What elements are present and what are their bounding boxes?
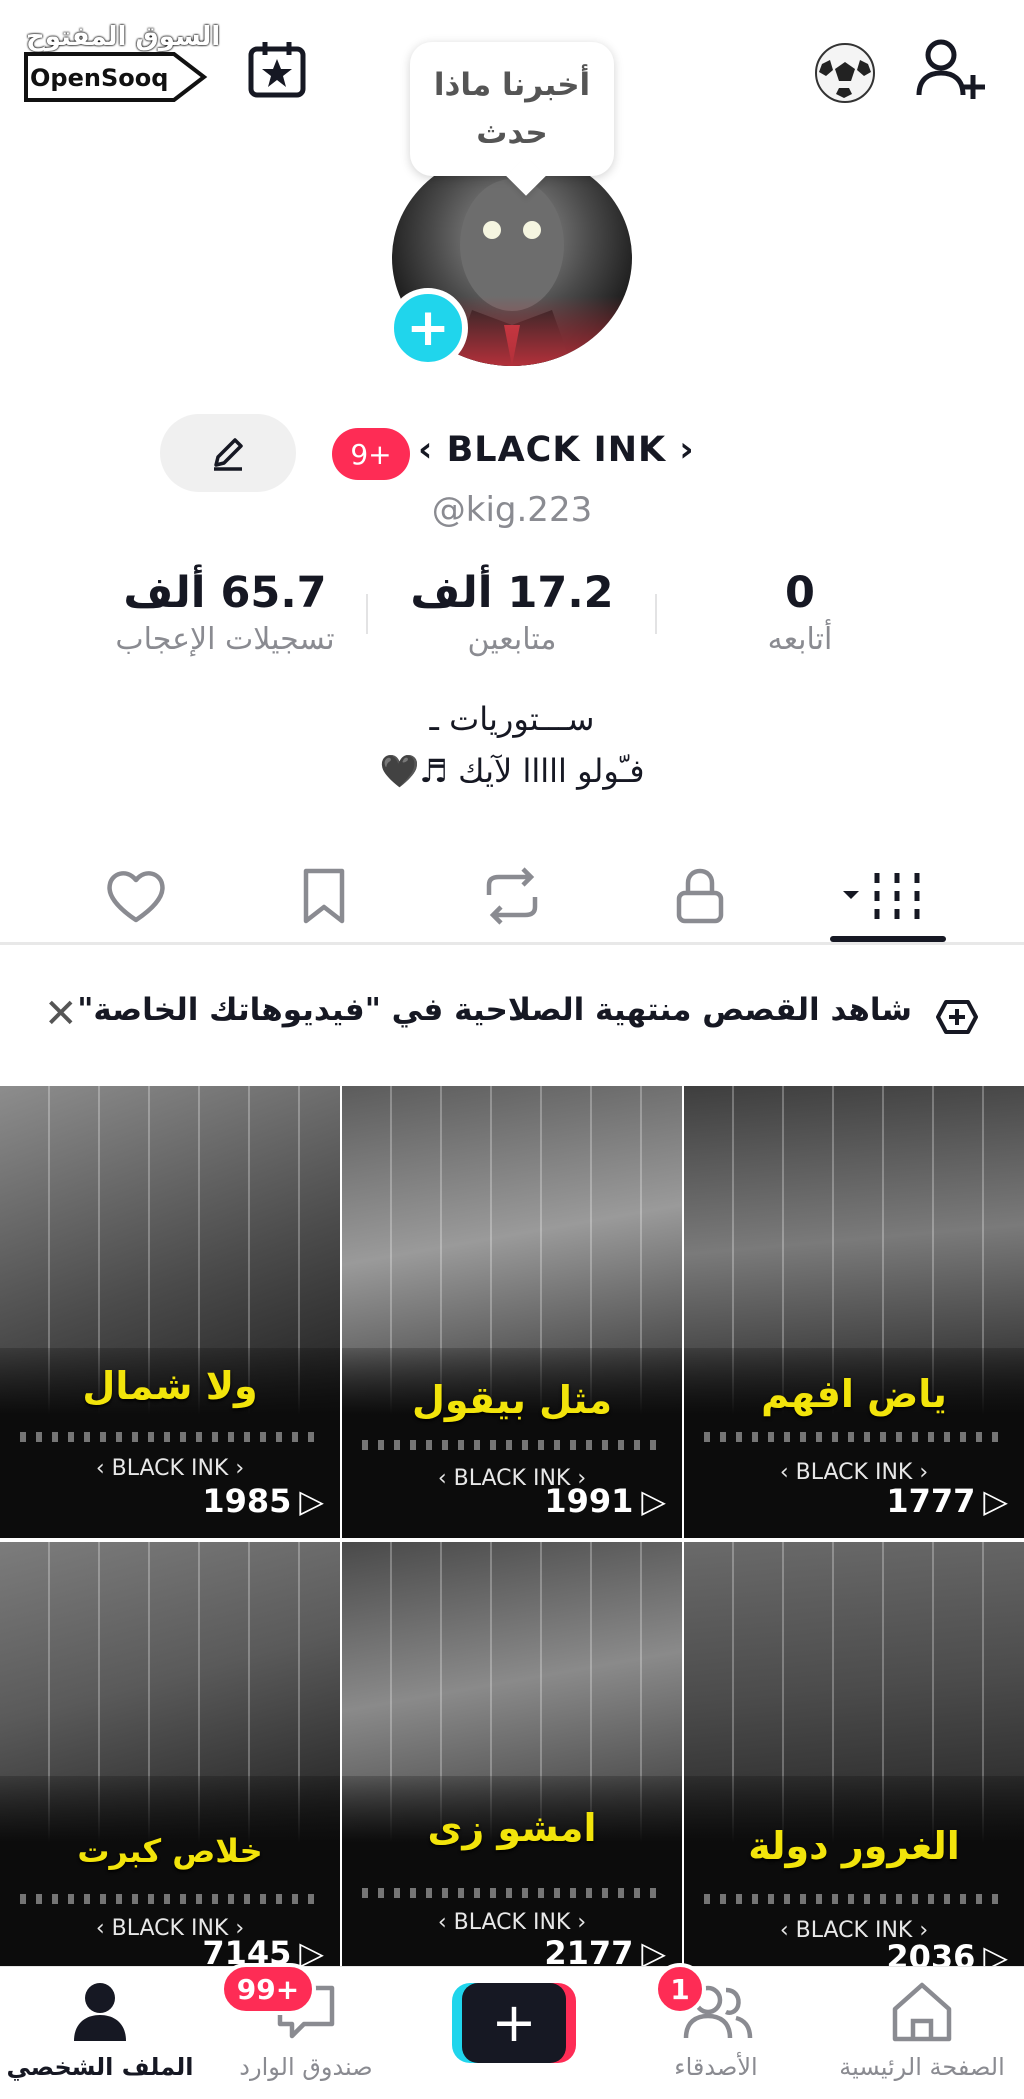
video-caption: ولا شمال <box>82 1364 258 1408</box>
tab-liked[interactable] <box>96 856 176 936</box>
create-button[interactable]: + <box>452 1983 576 2063</box>
social-handles-strip <box>362 1888 662 1898</box>
video-tile[interactable]: امشو زى ‹ BLACK INK › 2177 ▷ <box>342 1542 682 1966</box>
calendar-star-icon[interactable] <box>244 36 310 102</box>
play-icon: ▷ <box>299 1934 324 1966</box>
inbox-badge: 99+ <box>220 1963 316 2015</box>
video-caption: ياض افهم <box>761 1372 947 1416</box>
story-add-icon <box>936 1000 978 1034</box>
grid-videos-icon <box>843 873 920 919</box>
video-tile[interactable]: خلاص كبرت ‹ BLACK INK › 7145 ▷ <box>0 1542 340 1966</box>
watermark-brand: OpenSooq <box>30 64 169 92</box>
tab-divider <box>0 942 1024 945</box>
tab-reposts[interactable] <box>472 856 552 936</box>
username: @kig.223 <box>431 490 593 530</box>
video-tile[interactable]: ياض افهم ‹ BLACK INK › 1777 ▷ <box>684 1086 1024 1538</box>
view-count: 2177 ▷ <box>544 1934 666 1966</box>
play-icon: ▷ <box>983 1482 1008 1520</box>
view-count-text: 7145 <box>202 1934 292 1966</box>
notice-text[interactable]: شاهد القصص منتهية الصلاحية في "فيديوهاتك… <box>77 992 912 1028</box>
add-story-button[interactable]: + <box>388 288 468 368</box>
bottom-navigation: الملف الشخصي صندوق الوارد 99+ + الأصدقاء… <box>0 1963 1024 2099</box>
watermark-arabic: السوق المفتوح <box>26 22 221 52</box>
video-tile[interactable]: الغرور دولة ‹ BLACK INK › 2036 ▷ <box>684 1542 1024 1966</box>
soccer-ball-icon[interactable] <box>812 40 878 106</box>
plus-icon: + <box>462 1983 566 2063</box>
nav-inbox-label: صندوق الوارد <box>239 2053 373 2081</box>
nav-friends-label: الأصدقاء <box>674 2053 758 2081</box>
social-handles-strip <box>20 1894 320 1904</box>
video-caption: امشو زى <box>427 1806 597 1850</box>
close-icon[interactable]: ✕ <box>44 994 78 1034</box>
feedback-tooltip[interactable]: أخبرنا ماذا حدث <box>410 42 614 176</box>
social-handles-strip <box>20 1432 320 1442</box>
lock-icon <box>676 868 724 924</box>
video-tile[interactable]: مثل بيقول ‹ BLACK INK › 1991 ▷ <box>342 1086 682 1538</box>
video-caption: خلاص كبرت <box>77 1832 263 1870</box>
likes-label: تسجيلات الإعجاب <box>115 622 335 657</box>
opensooq-logo: OpenSooq <box>24 52 208 102</box>
view-count-text: 1777 <box>886 1482 976 1520</box>
tab-saved[interactable] <box>284 856 364 936</box>
stories-notice: ✕ شاهد القصص منتهية الصلاحية في "فيديوها… <box>0 946 1024 1086</box>
nav-profile-label: الملف الشخصي <box>6 2053 194 2081</box>
likes-stat[interactable]: 65.7 ألف تسجيلات الإعجاب <box>90 568 360 657</box>
social-handles-strip <box>704 1894 1004 1904</box>
followers-count: 17.2 ألف <box>410 568 614 618</box>
stat-divider <box>366 594 368 634</box>
video-caption: مثل بيقول <box>411 1378 613 1422</box>
likes-count: 65.7 ألف <box>123 568 327 618</box>
bio-line-1: ســـتوريات ـ <box>429 700 595 738</box>
view-count-text: 2177 <box>544 1934 634 1966</box>
social-handles-strip <box>704 1432 1004 1442</box>
profile-tabs <box>0 840 1024 946</box>
pencil-icon <box>214 438 243 471</box>
active-tab-indicator <box>830 936 946 942</box>
repost-icon <box>486 867 538 925</box>
followers-stat[interactable]: 17.2 ألف متابعين <box>392 568 632 657</box>
view-count-text: 1991 <box>544 1482 634 1520</box>
view-count: 1777 ▷ <box>886 1482 1008 1520</box>
view-count: 1991 ▷ <box>544 1482 666 1520</box>
nav-profile[interactable]: الملف الشخصي <box>0 1977 200 2081</box>
view-count-text: 2036 <box>886 1938 976 1966</box>
home-icon <box>892 1982 952 2042</box>
social-handles-strip <box>362 1440 662 1450</box>
play-icon: ▷ <box>641 1934 666 1966</box>
view-count: 7145 ▷ <box>202 1934 324 1966</box>
following-stat[interactable]: 0 أتابعه <box>700 568 900 657</box>
view-count: 1985 ▷ <box>202 1482 324 1520</box>
nav-home-label: الصفحة الرئيسية <box>839 2053 1005 2081</box>
heart-icon <box>107 871 165 923</box>
display-name[interactable]: ‹ BLACK INK › <box>418 430 695 470</box>
nav-friends[interactable]: الأصدقاء <box>616 1977 816 2081</box>
video-tile[interactable]: ولا شمال ‹ BLACK INK › 1985 ▷ <box>0 1086 340 1538</box>
video-grid: ولا شمال ‹ BLACK INK › 1985 ▷ مثل بيقول ‹… <box>0 1086 1024 1966</box>
tab-videos[interactable] <box>836 856 936 936</box>
view-count: 2036 ▷ <box>886 1938 1008 1966</box>
play-icon: ▷ <box>983 1938 1008 1966</box>
video-brand: ‹ BLACK INK › <box>95 1456 245 1481</box>
add-user-icon[interactable] <box>912 32 990 110</box>
nav-home[interactable]: الصفحة الرئيسية <box>822 1977 1022 2081</box>
notification-badge[interactable]: 9+ <box>332 428 410 480</box>
video-caption: الغرور دولة <box>748 1824 960 1868</box>
bookmark-icon <box>303 868 345 924</box>
edit-profile-button[interactable] <box>160 414 296 492</box>
following-label: أتابعه <box>767 622 833 657</box>
tab-private[interactable] <box>660 856 740 936</box>
profile-icon <box>74 1983 126 2041</box>
stat-divider <box>655 594 657 634</box>
view-count-text: 1985 <box>202 1482 292 1520</box>
video-brand: ‹ BLACK INK › <box>437 1910 587 1935</box>
play-icon: ▷ <box>299 1482 324 1520</box>
play-icon: ▷ <box>641 1482 666 1520</box>
following-count: 0 <box>785 568 815 618</box>
followers-label: متابعين <box>467 622 557 657</box>
friends-badge: 1 <box>654 1963 706 2015</box>
bio-line-2: فـّولو ااااا لآيك ♬🖤 <box>379 752 645 790</box>
